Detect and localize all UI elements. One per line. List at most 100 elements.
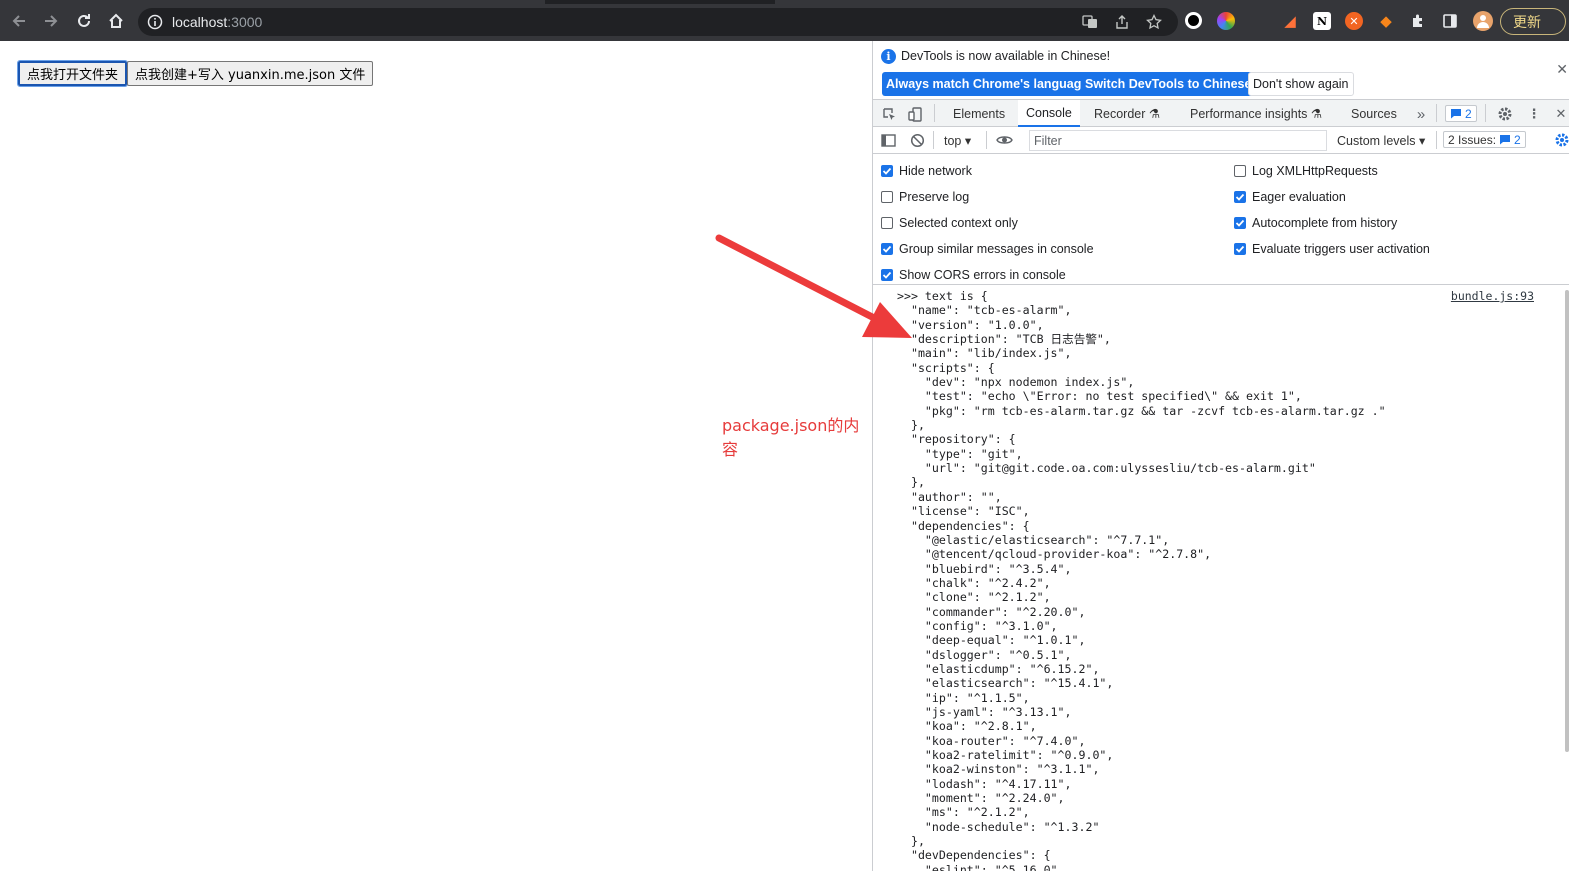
log-line: "eslint": "^5.16.0", — [897, 862, 1065, 871]
inspect-element-icon[interactable] — [879, 104, 899, 124]
log-line: "elasticdump": "^6.15.2", — [897, 661, 1100, 676]
divider — [1485, 104, 1486, 122]
log-line: "author": "", — [897, 489, 1002, 504]
reload-icon — [78, 14, 90, 27]
setting-option[interactable]: Show CORS errors in console — [881, 267, 1066, 283]
console-settings-gear-icon[interactable] — [1552, 130, 1569, 150]
setting-label: Group similar messages in console — [899, 242, 1094, 256]
tab-sources[interactable]: Sources — [1343, 100, 1405, 127]
message-icon — [1500, 135, 1511, 145]
tab-console[interactable]: Console — [1018, 100, 1080, 127]
forward-button[interactable] — [39, 9, 63, 33]
switch-chinese-button[interactable]: Switch DevTools to Chinese — [1081, 72, 1256, 96]
scrollbar[interactable] — [1564, 286, 1569, 871]
setting-label: Show CORS errors in console — [899, 268, 1066, 282]
divider — [986, 131, 987, 149]
checkbox-unchecked[interactable] — [881, 217, 893, 229]
back-button[interactable] — [7, 9, 31, 33]
metamask-extension-icon[interactable]: ◆ — [1377, 12, 1395, 30]
log-line: "bluebird": "^3.5.4", — [897, 561, 1072, 576]
log-line: "version": "1.0.0", — [897, 317, 1044, 332]
log-line: "name": "tcb-es-alarm", — [897, 303, 1072, 318]
context-selector[interactable]: top ▾ — [944, 133, 971, 148]
log-line: "elasticsearch": "^15.4.1", — [897, 676, 1114, 691]
update-button[interactable]: 更新 — [1500, 8, 1566, 35]
reload-button[interactable] — [72, 9, 96, 33]
issues-badge[interactable]: 2 — [1445, 105, 1477, 122]
log-line: "config": "^3.1.0", — [897, 618, 1058, 633]
close-devtools-icon[interactable]: ✕ — [1551, 104, 1569, 124]
device-toolbar-icon[interactable] — [905, 104, 925, 124]
setting-label: Selected context only — [899, 216, 1018, 230]
color-wheel-extension-icon[interactable] — [1217, 12, 1235, 30]
open-folder-button[interactable]: 点我打开文件夹 — [16, 60, 129, 87]
devtools-tabs: Elements Console Recorder ⚗ Performance … — [873, 99, 1569, 127]
log-line: "dependencies": { — [897, 518, 1030, 533]
issues-label: 2 Issues: — [1448, 132, 1497, 147]
checkbox-checked[interactable] — [1234, 191, 1246, 203]
tab-performance-insights[interactable]: Performance insights ⚗ — [1182, 100, 1330, 127]
fox-extension-icon[interactable]: ✕ — [1345, 12, 1363, 30]
setting-option[interactable]: Hide network — [881, 163, 972, 179]
flame-extension-icon[interactable]: ◢ — [1281, 12, 1299, 30]
puzzle-icon[interactable] — [1409, 12, 1427, 30]
message-icon — [1451, 109, 1461, 119]
close-icon[interactable]: ✕ — [1556, 61, 1568, 78]
setting-option[interactable]: Eager evaluation — [1234, 189, 1346, 205]
create-file-button[interactable]: 点我创建+写入 yuanxin.me.json 文件 — [127, 61, 374, 86]
log-source-link[interactable]: bundle.js:93 — [1451, 289, 1534, 303]
filter-input[interactable] — [1029, 130, 1327, 151]
log-line: "js-yaml": "^3.13.1", — [897, 704, 1072, 719]
page-viewport: 点我打开文件夹 点我创建+写入 yuanxin.me.json 文件 packa… — [0, 41, 872, 871]
url-host: localhost — [172, 14, 228, 30]
setting-option[interactable]: Autocomplete from history — [1234, 215, 1397, 231]
clear-console-icon[interactable] — [907, 130, 927, 150]
arrow-left-icon — [12, 15, 25, 27]
info-icon: i — [881, 49, 896, 64]
setting-option[interactable]: Preserve log — [881, 189, 969, 205]
match-language-button[interactable]: Always match Chrome's language — [882, 72, 1093, 96]
divider — [933, 131, 934, 149]
log-levels-dropdown[interactable]: Custom levels ▾ — [1337, 133, 1425, 148]
checkbox-unchecked[interactable] — [1234, 165, 1246, 177]
divider — [1436, 104, 1437, 122]
scrollbar-thumb[interactable] — [1565, 290, 1569, 752]
dont-show-again-button[interactable]: Don't show again — [1248, 72, 1354, 96]
home-button[interactable] — [104, 9, 128, 33]
address-bar[interactable]: localhost:3000 — [138, 8, 1178, 36]
tab-elements[interactable]: Elements — [945, 100, 1013, 127]
issues-summary[interactable]: 2 Issues: 2 — [1443, 131, 1526, 148]
settings-gear-icon[interactable] — [1495, 104, 1515, 124]
share-icon[interactable] — [1112, 12, 1132, 32]
checkbox-unchecked[interactable] — [881, 191, 893, 203]
checkbox-checked[interactable] — [881, 165, 893, 177]
divider — [1436, 131, 1437, 149]
checkbox-checked[interactable] — [1234, 217, 1246, 229]
site-info-icon[interactable] — [147, 14, 163, 33]
camera-extension-icon[interactable] — [1185, 12, 1202, 29]
avatar[interactable] — [1473, 11, 1493, 31]
sidebar-toggle-icon[interactable] — [878, 130, 898, 150]
eye-icon[interactable] — [994, 130, 1014, 150]
log-line: "commander": "^2.20.0", — [897, 604, 1086, 619]
kebab-menu-icon[interactable]: ⋮ — [1524, 104, 1544, 124]
log-line: "url": "git@git.code.oa.com:ulyssesliu/t… — [897, 461, 1316, 476]
sidepanel-icon[interactable] — [1441, 12, 1459, 30]
tab-recorder[interactable]: Recorder ⚗ — [1086, 100, 1168, 127]
more-tabs-icon[interactable]: » — [1411, 104, 1431, 124]
bookmark-star-icon[interactable] — [1144, 12, 1164, 32]
setting-option[interactable]: Evaluate triggers user activation — [1234, 241, 1430, 257]
log-line: >>> text is { — [897, 289, 988, 303]
checkbox-checked[interactable] — [881, 269, 893, 281]
notion-extension-icon[interactable]: N — [1313, 12, 1331, 30]
log-line: "@elastic/elasticsearch": "^7.7.1", — [897, 532, 1170, 547]
setting-option[interactable]: Log XMLHttpRequests — [1234, 163, 1378, 179]
setting-option[interactable]: Selected context only — [881, 215, 1018, 231]
log-line: "dev": "npx nodemon index.js", — [897, 375, 1135, 390]
log-message: >>> text is { "name": "tcb-es-alarm", "v… — [897, 289, 1386, 871]
log-line: "pkg": "rm tcb-es-alarm.tar.gz && tar -z… — [897, 403, 1386, 418]
translate-icon[interactable] — [1080, 12, 1100, 32]
checkbox-checked[interactable] — [1234, 243, 1246, 255]
setting-option[interactable]: Group similar messages in console — [881, 241, 1094, 257]
checkbox-checked[interactable] — [881, 243, 893, 255]
